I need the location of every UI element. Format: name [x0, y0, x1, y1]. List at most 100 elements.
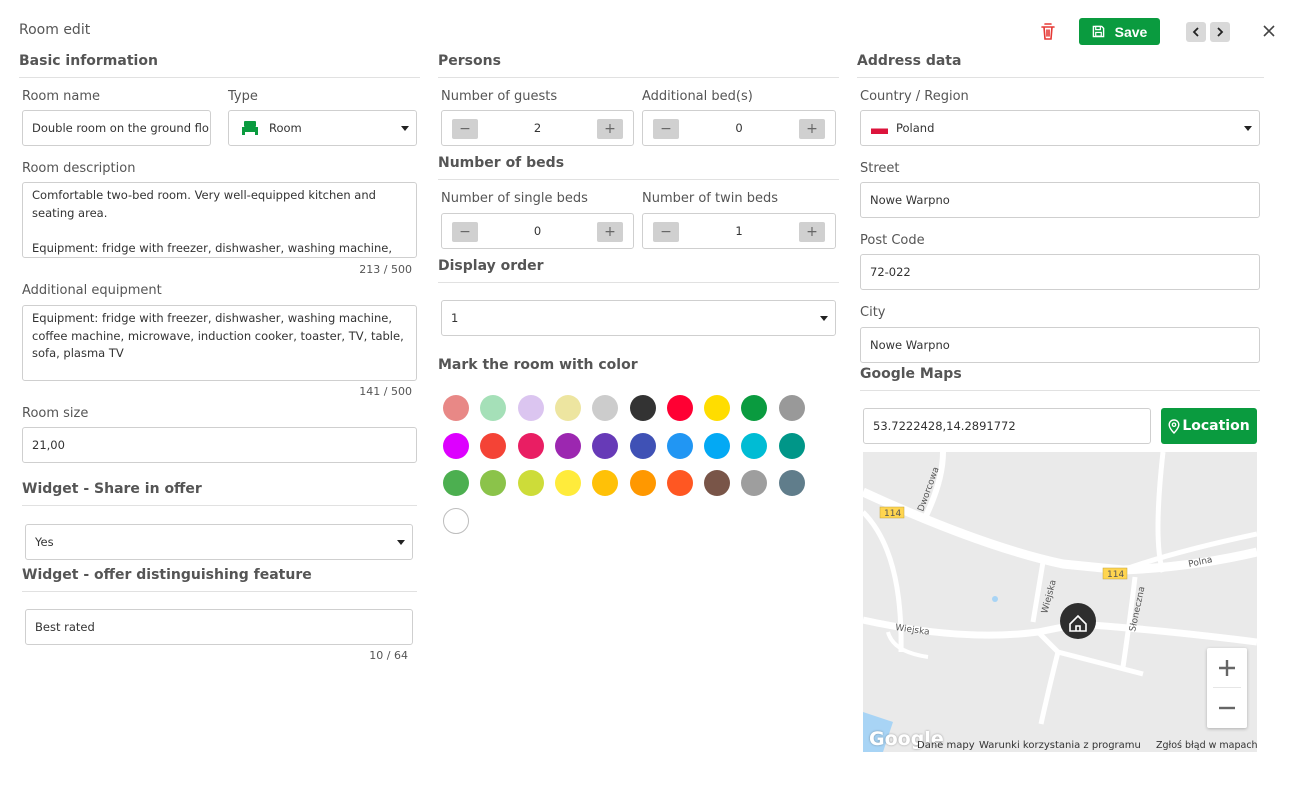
equipment-counter: 141 / 500: [359, 385, 412, 398]
twin-beds-label: Number of twin beds: [642, 191, 779, 206]
color-swatch[interactable]: [704, 432, 731, 459]
road-label-polna: Polna: [1188, 555, 1214, 570]
color-swatch[interactable]: [517, 432, 544, 459]
map-view[interactable]: 114 114 Dworcowa Polna Wiejska Wiejska S…: [863, 452, 1257, 752]
color-swatch[interactable]: [741, 470, 768, 496]
road-label-wiejska-vertical: Wiejska: [1040, 579, 1059, 615]
map-roads: 114 114 Dworcowa Polna Wiejska Wiejska S…: [863, 452, 1257, 752]
color-swatch[interactable]: [666, 395, 693, 421]
color-swatch[interactable]: [480, 395, 507, 421]
color-swatch[interactable]: [592, 432, 619, 459]
chevron-right-icon: [1217, 27, 1224, 37]
map-data-link[interactable]: Dane mapy: [917, 740, 975, 751]
color-swatch[interactable]: [517, 395, 544, 421]
type-value: Room: [269, 121, 302, 135]
address-data-heading: Address data: [857, 53, 1264, 78]
color-swatch[interactable]: [554, 395, 581, 421]
additional-beds-increment-button[interactable]: +: [799, 119, 825, 139]
color-swatch[interactable]: [778, 395, 805, 421]
room-name-label: Room name: [22, 89, 101, 104]
single-beds-increment-button[interactable]: +: [597, 222, 623, 242]
color-swatch[interactable]: [704, 395, 731, 421]
color-swatch[interactable]: [666, 470, 693, 496]
close-icon[interactable]: [1262, 24, 1276, 38]
color-swatch[interactable]: [629, 432, 656, 459]
country-select[interactable]: Poland: [860, 110, 1260, 146]
zoom-out-button[interactable]: [1207, 688, 1247, 728]
additional-equipment-label: Additional equipment: [22, 283, 162, 298]
guests-increment-button[interactable]: +: [597, 119, 623, 139]
coordinates-input[interactable]: 53.7222428,14.2891772: [863, 408, 1151, 444]
caret-down-icon: [401, 126, 409, 131]
display-order-select[interactable]: 1: [441, 300, 836, 336]
room-size-label: Room size: [22, 406, 89, 421]
road-label-114b: 114: [1107, 570, 1124, 580]
type-select[interactable]: Room: [228, 110, 417, 146]
color-swatch[interactable]: [554, 432, 581, 459]
caret-down-icon: [397, 540, 405, 545]
city-label: City: [860, 305, 886, 320]
map-report-link[interactable]: Zgłoś błąd w mapach: [1156, 740, 1258, 751]
room-size-input[interactable]: 21,00: [22, 427, 417, 463]
street-input[interactable]: Nowe Warpno: [860, 182, 1260, 218]
color-swatch[interactable]: [629, 395, 656, 421]
color-swatch[interactable]: [592, 470, 619, 496]
trash-icon[interactable]: [1040, 23, 1056, 41]
additional-beds-stepper: − 0 +: [642, 110, 836, 146]
caret-down-icon: [1244, 126, 1252, 131]
color-swatch[interactable]: [443, 395, 469, 421]
color-swatch[interactable]: [443, 470, 469, 496]
save-label: Save: [1114, 23, 1148, 40]
widget-share-select[interactable]: Yes: [25, 524, 413, 560]
color-swatch[interactable]: [666, 432, 693, 459]
color-swatch[interactable]: [741, 395, 768, 421]
display-order-heading: Display order: [438, 258, 839, 283]
home-marker-icon[interactable]: [1060, 603, 1096, 639]
minus-icon: [1219, 706, 1235, 710]
color-swatch[interactable]: [778, 432, 805, 459]
caret-down-icon: [820, 316, 828, 321]
room-name-input[interactable]: Double room on the ground flo: [22, 110, 211, 146]
color-swatch[interactable]: [704, 470, 731, 496]
additional-equipment-textarea[interactable]: Equipment: fridge with freezer, dishwash…: [22, 305, 417, 381]
country-label: Country / Region: [860, 89, 969, 104]
toolbar: Save: [0, 18, 1291, 45]
color-swatch[interactable]: [554, 470, 581, 496]
room-description-textarea[interactable]: Comfortable two-bed room. Very well-equi…: [22, 182, 417, 258]
post-code-input[interactable]: 72-022: [860, 254, 1260, 290]
color-swatch[interactable]: [480, 432, 507, 459]
persons-heading: Persons: [438, 53, 839, 78]
chevron-left-icon: [1192, 27, 1199, 37]
poland-flag-icon: [871, 122, 888, 134]
map-zoom-control: [1207, 648, 1247, 728]
city-input[interactable]: Nowe Warpno: [860, 327, 1260, 363]
save-button[interactable]: Save: [1079, 18, 1160, 45]
previous-button[interactable]: [1186, 22, 1206, 42]
widget-feature-input[interactable]: Best rated: [25, 609, 413, 645]
color-swatch[interactable]: [592, 395, 619, 421]
next-button[interactable]: [1210, 22, 1230, 42]
twin-beds-stepper: − 1 +: [642, 213, 836, 249]
map-terms-link[interactable]: Warunki korzystania z programu: [979, 740, 1141, 751]
color-swatch[interactable]: [480, 470, 507, 496]
color-swatch[interactable]: [443, 507, 469, 534]
room-description-label: Room description: [22, 161, 136, 176]
color-swatch[interactable]: [629, 470, 656, 496]
single-beds-stepper: − 0 +: [441, 213, 634, 249]
color-mark-heading: Mark the room with color: [438, 357, 638, 373]
post-code-label: Post Code: [860, 233, 925, 248]
map-pin-icon: [1168, 418, 1180, 434]
bed-icon: [242, 121, 258, 135]
twin-beds-increment-button[interactable]: +: [799, 222, 825, 242]
guests-stepper: − 2 +: [441, 110, 634, 146]
guests-label: Number of guests: [441, 89, 558, 104]
zoom-in-button[interactable]: [1207, 648, 1247, 688]
country-value: Poland: [896, 121, 935, 135]
color-swatch[interactable]: [517, 470, 544, 496]
color-swatch[interactable]: [778, 470, 805, 496]
location-button[interactable]: Location: [1161, 408, 1257, 444]
color-swatch[interactable]: [741, 432, 768, 459]
color-swatch[interactable]: [443, 432, 469, 459]
widget-share-heading: Widget - Share in offer: [22, 481, 417, 506]
plus-icon: [1219, 660, 1235, 676]
